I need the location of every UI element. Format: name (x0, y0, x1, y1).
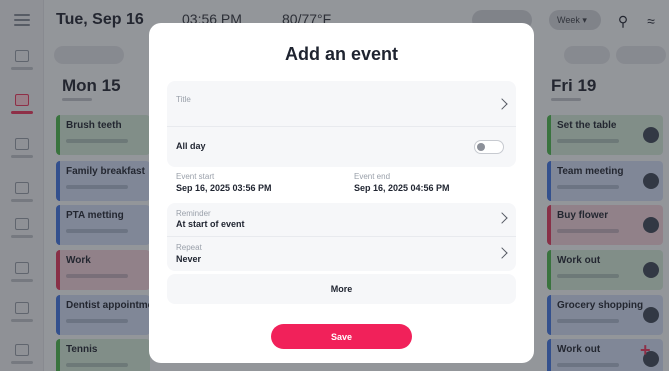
more-button[interactable]: More (167, 274, 516, 304)
chevron-right-icon (496, 212, 508, 224)
event-end-field[interactable]: Event end Sep 16, 2025 04:56 PM (345, 168, 516, 201)
save-button[interactable]: Save (271, 324, 412, 349)
reminder-field[interactable]: Reminder At start of event (167, 203, 516, 237)
reminder-label: Reminder (176, 209, 211, 218)
event-start-label: Event start (176, 172, 215, 181)
event-end-label: Event end (354, 172, 391, 181)
reminder-repeat-group: Reminder At start of event Repeat Never (167, 203, 516, 271)
chevron-right-icon (496, 247, 508, 259)
repeat-label: Repeat (176, 243, 202, 252)
chevron-right-icon (496, 98, 508, 110)
event-end-value: Sep 16, 2025 04:56 PM (354, 183, 450, 193)
title-field-label: Title (176, 95, 191, 104)
event-start-field[interactable]: Event start Sep 16, 2025 03:56 PM (167, 168, 342, 201)
event-start-value: Sep 16, 2025 03:56 PM (176, 183, 272, 193)
all-day-label: All day (176, 141, 206, 151)
repeat-value: Never (176, 254, 202, 264)
add-event-dialog: Add an event Title All day Event start S… (149, 23, 534, 363)
reminder-value: At start of event (176, 219, 245, 229)
start-end-group: Event start Sep 16, 2025 03:56 PM Event … (167, 168, 516, 201)
dialog-title: Add an event (284, 44, 399, 64)
title-allday-group: Title All day (167, 81, 516, 167)
title-field[interactable]: Title (167, 81, 516, 127)
repeat-field[interactable]: Repeat Never (167, 237, 516, 271)
all-day-toggle[interactable] (474, 140, 504, 154)
all-day-row: All day (167, 127, 516, 167)
